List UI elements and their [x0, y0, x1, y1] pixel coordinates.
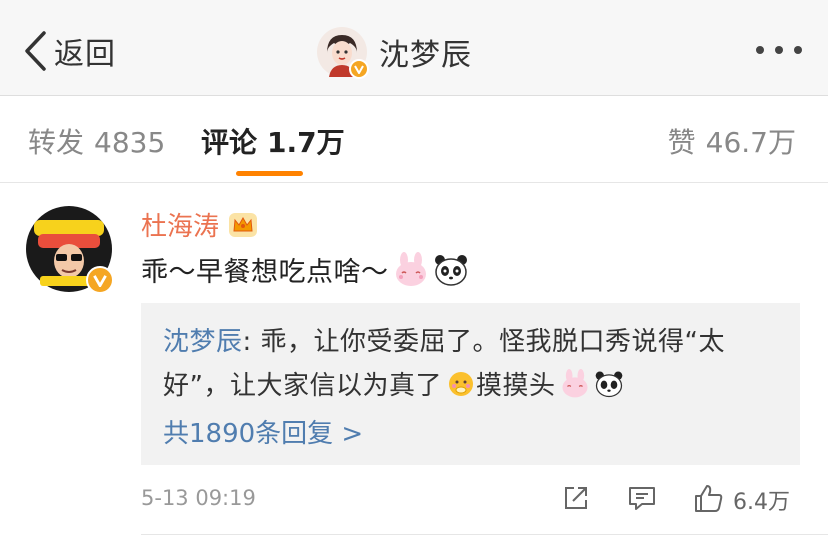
commenter-avatar[interactable]	[26, 206, 114, 294]
reply-text-line: 沈梦辰: 乖，让你受委屈了。怪我脱口秀说得“太	[163, 321, 725, 358]
comment-icon	[627, 483, 657, 517]
panda-emoji-icon	[433, 252, 469, 288]
reply-author[interactable]: 沈梦辰	[163, 321, 243, 358]
tab-forward[interactable]: 转发 4835	[28, 121, 165, 161]
comment-text: 乖～早餐想吃点啥～	[141, 250, 469, 289]
chevron-left-icon	[22, 26, 50, 76]
comment-footer: 5-13 09:19 6.4万	[141, 482, 800, 518]
author-name: 杜海涛	[141, 212, 220, 242]
tab-bar: 转发 4835 评论 1.7万 赞 46.7万	[0, 97, 828, 183]
active-tab-indicator	[236, 171, 303, 176]
back-label: 返回	[54, 37, 116, 72]
share-button[interactable]	[561, 482, 591, 518]
more-button[interactable]	[756, 40, 802, 60]
view-all-replies-link[interactable]: 共1890条回复 >	[163, 413, 363, 450]
bunny-emoji-icon	[393, 251, 429, 288]
navigation-bar: 返回 沈梦辰	[0, 0, 828, 96]
avatar[interactable]	[317, 27, 369, 79]
tab-comments[interactable]: 评论 1.7万	[201, 121, 345, 161]
divider	[141, 534, 828, 535]
reply-button[interactable]	[627, 482, 657, 518]
reply-text-line: 好”，让大家信以为真了 摸摸头	[163, 365, 624, 402]
share-icon	[561, 483, 591, 517]
shy-face-emoji-icon	[446, 369, 476, 399]
profile-name: 沈梦辰	[379, 38, 472, 73]
thumbs-up-icon	[693, 482, 725, 518]
back-button[interactable]: 返回	[22, 26, 116, 76]
panda-emoji-icon	[594, 369, 624, 399]
reply-preview[interactable]: 沈梦辰: 乖，让你受委屈了。怪我脱口秀说得“太 好”，让大家信以为真了 摸摸头	[141, 303, 800, 465]
verified-badge-icon	[349, 59, 369, 79]
verified-badge-icon	[86, 266, 114, 294]
bunny-emoji-icon	[560, 368, 590, 399]
like-count: 6.4万	[733, 490, 790, 515]
tab-likes[interactable]: 赞 46.7万	[668, 121, 796, 161]
comment-author[interactable]: 杜海涛	[141, 206, 259, 243]
crown-icon	[227, 211, 259, 239]
comment-item: 杜海涛 乖～早餐想吃点啥～ 沈梦辰: 乖，让你受委屈了。怪我脱口秀说得“太 好…	[0, 184, 828, 541]
comment-time: 5-13 09:19	[141, 486, 256, 510]
like-button[interactable]: 6.4万	[693, 482, 790, 518]
nav-profile[interactable]: 沈梦辰	[317, 24, 472, 80]
more-dots-icon	[756, 46, 764, 54]
